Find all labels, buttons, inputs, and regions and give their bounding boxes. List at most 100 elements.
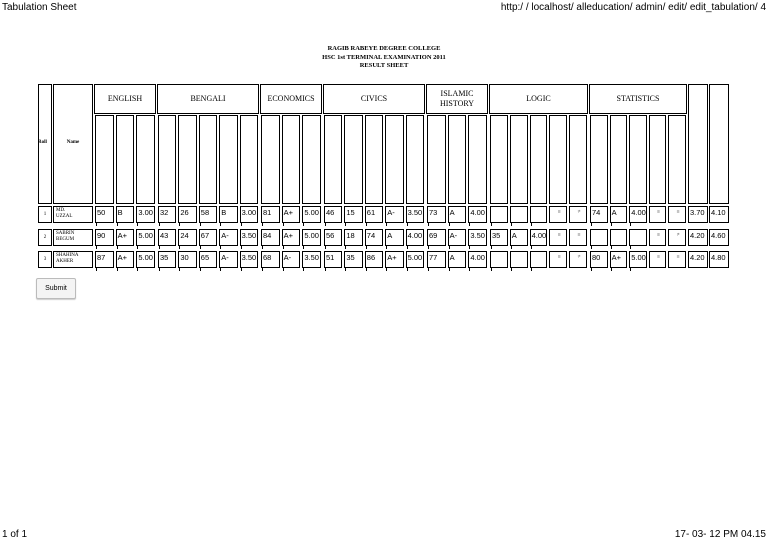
cell-tick — [179, 246, 181, 249]
cell-tick — [406, 246, 408, 249]
mark-value — [510, 206, 528, 223]
subheader-cell — [490, 115, 508, 204]
total-value: 4.60 — [711, 231, 726, 240]
cell-tick — [137, 246, 139, 249]
cell-tick — [303, 246, 305, 249]
mark-value — [490, 206, 508, 223]
mark-value: 5.00 — [631, 253, 646, 262]
mark-value: 3.00 — [241, 208, 257, 217]
cell-tick — [448, 223, 450, 226]
roll-header-label: Roll — [38, 140, 47, 145]
mark-value — [490, 251, 508, 268]
total-value: 4.80 — [711, 253, 726, 262]
subheader-cell — [468, 115, 487, 204]
mark-value: 15 — [346, 208, 355, 217]
cell-tick — [116, 246, 118, 249]
subheader-cell — [648, 115, 667, 204]
roll-value: 3 — [43, 257, 47, 262]
mark-value: 50 — [97, 208, 106, 217]
mark-value: 84 — [263, 231, 272, 240]
mark-value: B — [221, 208, 227, 217]
cell-tick — [491, 246, 492, 249]
cell-tick — [282, 246, 284, 249]
cell-tick — [510, 223, 512, 226]
cell-tick — [262, 223, 263, 226]
mark-value: 35 — [346, 253, 355, 262]
page-count: 1 of 1 — [2, 529, 28, 540]
subheader-cell — [239, 115, 258, 204]
mark-value: 24 — [180, 231, 189, 240]
resize-grip-icon: ≡ — [657, 232, 661, 238]
mark-value: 87 — [97, 253, 106, 262]
mark-value: A+ — [387, 253, 397, 262]
subheader-cell — [302, 115, 321, 204]
mark-value: 77 — [429, 253, 438, 262]
mark-value: A — [449, 208, 455, 217]
total-value: 3.70 — [690, 208, 705, 217]
cell-tick — [262, 246, 263, 249]
mark-value: 5.00 — [138, 231, 153, 240]
cell-tick — [159, 246, 160, 249]
name-line: AKHER — [56, 259, 74, 264]
mark-value: A+ — [283, 208, 294, 217]
cell-tick — [325, 268, 326, 271]
mark-value: A+ — [117, 253, 128, 262]
mark-value: 68 — [263, 253, 272, 262]
print-timestamp: 17- 03- 12 PM 04.15 — [674, 529, 766, 540]
cell-tick — [240, 246, 242, 249]
mark-value: B — [117, 208, 123, 217]
mark-value: 90 — [97, 231, 106, 240]
cell-tick — [220, 223, 222, 226]
cell-tick — [220, 268, 222, 271]
mark-value: 67 — [200, 231, 210, 240]
cell-tick — [469, 246, 471, 249]
cell-tick — [591, 268, 592, 271]
mark-value: 3.50 — [304, 253, 319, 262]
mark-value: A- — [221, 231, 229, 240]
cell-tick — [448, 268, 450, 271]
subject-label-islamic-history: ISLAMIC HISTORY — [439, 89, 475, 108]
cell-tick — [159, 268, 160, 271]
mark-value: 4.00 — [470, 253, 485, 262]
subject-label-statistics: STATISTICS — [616, 94, 660, 103]
mark-value: 4.00 — [631, 208, 646, 217]
resize-grip-icon: ≠ — [577, 209, 581, 215]
mark-value: 35 — [160, 253, 169, 262]
subject-label-bengali: BENGALI — [190, 94, 226, 103]
mark-value: A+ — [117, 231, 128, 240]
cell-tick — [262, 268, 263, 271]
cell-tick — [303, 223, 305, 226]
mark-value: A- — [449, 231, 458, 240]
cell-tick — [282, 223, 284, 226]
subheader-cell — [198, 115, 218, 204]
mark-value: 18 — [346, 231, 355, 240]
total-value: 4.20 — [690, 253, 705, 262]
submit-button[interactable]: Submit — [36, 278, 76, 299]
mark-value — [530, 206, 548, 223]
resize-grip-icon: ≠ — [577, 254, 581, 260]
resize-grip-icon: ≡ — [557, 254, 561, 260]
cell-tick — [386, 246, 388, 249]
roll-value: 2 — [43, 235, 47, 240]
total-value: 4.20 — [690, 231, 705, 240]
mark-value: A+ — [283, 231, 294, 240]
subheader-cell — [324, 115, 343, 204]
resize-grip-icon: ≡ — [657, 209, 661, 215]
resize-grip-icon: ≡ — [577, 232, 581, 238]
cell-tick — [282, 268, 284, 271]
mark-value: 74 — [366, 231, 376, 240]
subheader-cell — [509, 115, 528, 204]
name-line: BEGUM — [56, 237, 75, 242]
mark-value: 56 — [326, 231, 335, 240]
subheader-cell — [569, 115, 587, 204]
cell-tick — [386, 223, 388, 226]
name-line: UZZAL — [56, 214, 73, 219]
cell-tick — [179, 223, 181, 226]
mark-value: A — [449, 253, 455, 262]
mark-value: A — [611, 208, 617, 217]
subject-label-economics: ECONOMICS — [267, 94, 315, 103]
subheader-cell — [529, 115, 548, 204]
subheader-cell — [136, 115, 155, 204]
cell-tick — [96, 246, 97, 249]
mark-value: 4.00 — [531, 231, 547, 240]
